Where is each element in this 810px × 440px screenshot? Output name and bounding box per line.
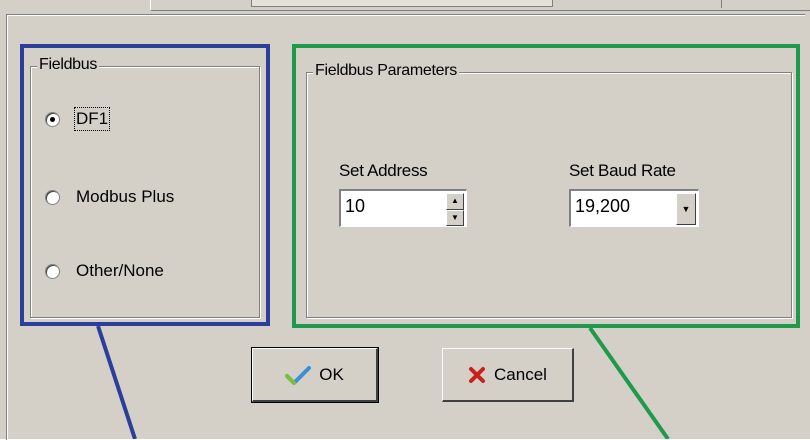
fieldbus-pointer-line xyxy=(96,325,137,439)
parameters-pointer-line xyxy=(588,326,670,439)
fieldbus-settings-dialog: Fieldbus DF1 Modbus Plus Other/None Fiel… xyxy=(0,0,810,440)
annotation-pointers xyxy=(96,325,670,439)
